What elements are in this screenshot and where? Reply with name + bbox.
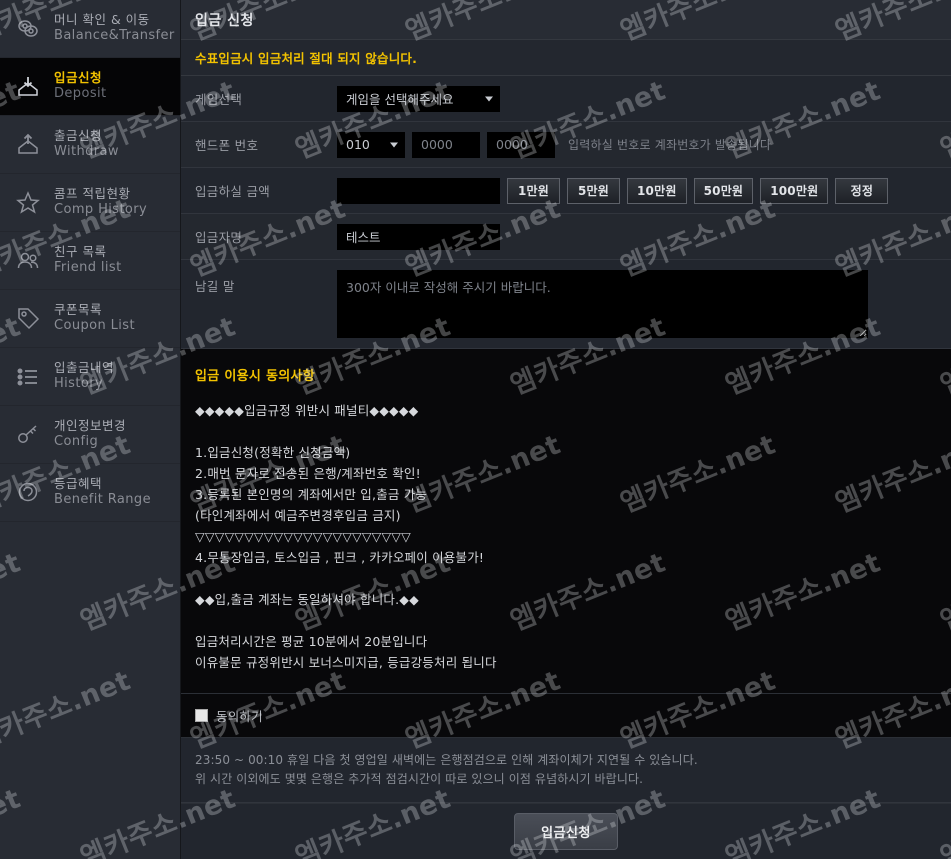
footnote: 23:50 ~ 00:10 휴일 다음 첫 영업일 새벽에는 은행점검으로 인해…	[181, 738, 951, 803]
sidebar-item-label-en: History	[54, 376, 104, 392]
sidebar-item-label-ko: 쿠폰목록	[54, 302, 103, 318]
coins-icon	[14, 15, 42, 43]
sidebar-item-label-en: Coupon List	[54, 318, 135, 334]
depositor-name-input[interactable]	[337, 223, 500, 250]
terms-line-spacer	[195, 610, 951, 631]
page-header: 입금 신청	[181, 0, 951, 40]
label-memo: 남길 말	[195, 279, 235, 294]
list-icon	[14, 363, 42, 391]
game-select-wrapper: 게임을 선택해주세요	[337, 85, 500, 112]
phone-part3-input[interactable]	[487, 131, 555, 158]
friends-icon	[14, 247, 42, 275]
sidebar-item-label-en: Withdraw	[54, 144, 119, 160]
sidebar-item-label-ko: 친구 목록	[54, 244, 107, 260]
page-title: 입금 신청	[195, 12, 254, 29]
submit-bar: 입금신청	[181, 803, 951, 859]
label-game-select: 게임선택	[195, 92, 243, 107]
sidebar-item-label-ko: 개인정보변경	[54, 418, 127, 434]
terms-line: 3.등록된 본인명의 계좌에서만 입,출금 가능	[195, 487, 428, 502]
row-phone: 핸드폰 번호 010 입력하실 번호로 계좌번호가 발송됩니다	[181, 122, 951, 168]
sidebar-item-label-en: Benefit Range	[54, 492, 151, 508]
terms-line: 2.매번 문자로 전송된 은행/계좌번호 확인!	[195, 466, 421, 481]
sidebar-item-label-ko: 출금신청	[54, 128, 103, 144]
terms-line: 입금처리시간은 평균 10분에서 20분입니다	[195, 634, 428, 649]
terms-title: 입금 이용시 동의사항	[195, 369, 315, 384]
sidebar-item-comp-history[interactable]: 콤프 적립현황 Comp History	[0, 174, 180, 232]
memo-textarea[interactable]	[337, 270, 868, 338]
terms-line: ◆◆입,출금 계좌는 동일하셔야 합니다.◆◆	[195, 592, 419, 607]
sidebar: 머니 확인 & 이동 Balance&Transfer 입금신청 Deposit	[0, 0, 181, 859]
star-icon	[14, 189, 42, 217]
sidebar-item-label-en: Friend list	[54, 260, 122, 276]
sidebar-item-label-en: Config	[54, 434, 99, 450]
terms-line: 1.입금신청(정확한 신청금액)	[195, 445, 351, 460]
amount-input[interactable]	[337, 177, 500, 204]
amount-quick-50man[interactable]: 50만원	[693, 177, 754, 204]
sidebar-item-label-ko: 머니 확인 & 이동	[54, 12, 150, 28]
terms-line: 4.무통장입금, 토스입금 , 핀크 , 카카오페이 이용불가!	[195, 550, 485, 565]
submit-deposit-button[interactable]: 입금신청	[514, 813, 618, 850]
agree-label: 동의하기	[216, 709, 263, 724]
amount-quick-5man[interactable]: 5만원	[567, 177, 620, 204]
terms-section: 입금 이용시 동의사항 ◆◆◆◆◆입금규정 위반시 패널티◆◆◆◆◆ 1.입금신…	[181, 349, 951, 694]
notice-text: 수표입금시 입금처리 절대 되지 않습니다.	[195, 51, 418, 66]
sidebar-item-history[interactable]: 입출금내역 History	[0, 348, 180, 406]
terms-line: ▽▽▽▽▽▽▽▽▽▽▽▽▽▽▽▽▽▽▽▽▽▽	[195, 529, 411, 544]
sidebar-item-deposit[interactable]: 입금신청 Deposit	[0, 58, 180, 116]
notice-bar: 수표입금시 입금처리 절대 되지 않습니다.	[181, 40, 951, 76]
phone-part2-input[interactable]	[412, 131, 480, 158]
sidebar-item-balance-transfer[interactable]: 머니 확인 & 이동 Balance&Transfer	[0, 0, 180, 58]
sidebar-item-label-en: Deposit	[54, 86, 107, 102]
footnote-line-2: 위 시간 이외에도 몇몇 은행은 추가적 점검시간이 따로 있으니 이점 유념하…	[195, 772, 644, 786]
sidebar-item-benefit-range[interactable]: 등급혜택 Benefit Range	[0, 464, 180, 522]
label-depositor: 입금자명	[195, 230, 243, 245]
terms-line-spacer	[195, 568, 951, 589]
amount-reset-button[interactable]: 정정	[835, 177, 889, 204]
sidebar-item-config[interactable]: 개인정보변경 Config	[0, 406, 180, 464]
agree-row: 동의하기	[181, 694, 951, 738]
sidebar-item-withdraw[interactable]: 출금신청 Withdraw	[0, 116, 180, 174]
phone-prefix-select[interactable]: 010	[337, 131, 405, 158]
terms-line: ◆◆◆◆◆입금규정 위반시 패널티◆◆◆◆◆	[195, 403, 419, 418]
shield-badge-icon	[14, 479, 42, 507]
main-content: 입금 신청 수표입금시 입금처리 절대 되지 않습니다. 게임선택 게임을 선택…	[181, 0, 951, 859]
phone-prefix-wrapper: 010	[337, 131, 405, 158]
key-icon	[14, 421, 42, 449]
row-memo: 남길 말	[181, 260, 951, 349]
sidebar-item-label-ko: 콤프 적립현황	[54, 186, 131, 202]
row-amount: 입금하실 금액 1만원 5만원 10만원 50만원 100만원 정정	[181, 168, 951, 214]
sidebar-item-label-ko: 입출금내역	[54, 360, 115, 376]
deposit-tray-icon	[14, 73, 42, 101]
sidebar-item-label-ko: 등급혜택	[54, 476, 103, 492]
terms-line-spacer	[195, 421, 951, 442]
footnote-line-1: 23:50 ~ 00:10 휴일 다음 첫 영업일 새벽에는 은행점검으로 인해…	[195, 753, 698, 767]
terms-body: ◆◆◆◆◆입금규정 위반시 패널티◆◆◆◆◆ 1.입금신청(정확한 신청금액) …	[195, 400, 951, 673]
amount-quick-100man[interactable]: 100만원	[760, 177, 829, 204]
sidebar-item-label-en: Comp History	[54, 202, 148, 218]
row-game-select: 게임선택 게임을 선택해주세요	[181, 76, 951, 122]
sidebar-item-label-en: Balance&Transfer	[54, 28, 175, 44]
sidebar-item-label-ko: 입금신청	[54, 70, 103, 86]
phone-hint: 입력하실 번호로 계좌번호가 발송됩니다	[568, 138, 772, 152]
withdraw-tray-icon	[14, 131, 42, 159]
agree-checkbox[interactable]	[195, 709, 208, 722]
game-select[interactable]: 게임을 선택해주세요	[337, 85, 500, 112]
amount-quick-10man[interactable]: 10만원	[627, 177, 687, 204]
coupon-tag-icon	[14, 305, 42, 333]
row-depositor: 입금자명	[181, 214, 951, 260]
terms-line: 이유불문 규정위반시 보너스미지급, 등급강등처리 됩니다	[195, 655, 497, 670]
deposit-page: 머니 확인 & 이동 Balance&Transfer 입금신청 Deposit	[0, 0, 951, 859]
amount-quick-1man[interactable]: 1만원	[507, 177, 560, 204]
sidebar-item-coupon-list[interactable]: 쿠폰목록 Coupon List	[0, 290, 180, 348]
label-amount: 입금하실 금액	[195, 184, 271, 199]
sidebar-item-friend-list[interactable]: 친구 목록 Friend list	[0, 232, 180, 290]
terms-line: (타인계좌에서 예금주변경후입금 금지)	[195, 508, 401, 523]
label-phone: 핸드폰 번호	[195, 138, 259, 153]
